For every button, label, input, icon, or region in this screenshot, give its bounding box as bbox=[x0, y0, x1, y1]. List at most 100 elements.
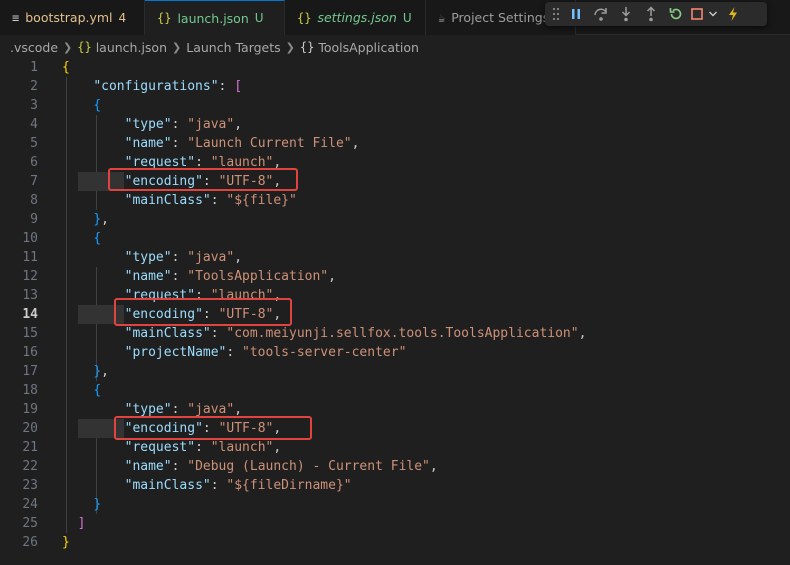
line-number: 2 bbox=[30, 79, 38, 94]
code-line[interactable]: 15 "mainClass": "com.meiyunji.sellfox.to… bbox=[0, 324, 790, 343]
line-number: 23 bbox=[22, 478, 38, 493]
code-text: } bbox=[62, 495, 101, 514]
code-text: "name": "Debug (Launch) - Current File", bbox=[62, 457, 438, 476]
breadcrumb-item-launch-targets[interactable]: Launch Targets bbox=[186, 40, 280, 55]
code-line[interactable]: 22 "name": "Debug (Launch) - Current Fil… bbox=[0, 457, 790, 476]
code-line[interactable]: 9 }, bbox=[0, 210, 790, 229]
code-token: "${file}" bbox=[226, 193, 297, 208]
code-token: { bbox=[93, 383, 102, 398]
line-number: 18 bbox=[22, 383, 38, 398]
code-line[interactable]: 3 { bbox=[0, 96, 790, 115]
code-text: "projectName": "tools-server-center" bbox=[62, 343, 407, 362]
line-number: 24 bbox=[22, 497, 38, 512]
step-over-icon[interactable] bbox=[588, 3, 613, 25]
code-line[interactable]: 5 "name": "Launch Current File", bbox=[0, 134, 790, 153]
tab-launch-json[interactable]: {} launch.json U bbox=[145, 0, 285, 35]
line-number: 19 bbox=[22, 402, 38, 417]
code-text: { bbox=[62, 58, 70, 77]
code-token: : bbox=[210, 478, 227, 493]
hot-code-replace-icon[interactable] bbox=[720, 3, 745, 25]
code-line[interactable]: 24 } bbox=[0, 495, 790, 514]
code-token: "configurations" bbox=[93, 79, 219, 94]
code-token: "name" bbox=[124, 136, 172, 151]
line-number: 3 bbox=[30, 98, 38, 113]
line-number: 25 bbox=[22, 516, 38, 531]
code-text: "configurations": [ bbox=[62, 77, 242, 96]
code-line[interactable]: 1{ bbox=[0, 58, 790, 77]
code-token: "Debug (Launch) - Current File" bbox=[187, 459, 430, 474]
code-line[interactable]: 21 "request": "launch", bbox=[0, 438, 790, 457]
code-line[interactable]: 8 "mainClass": "${file}" bbox=[0, 191, 790, 210]
code-line[interactable]: 26} bbox=[0, 533, 790, 552]
annotation-box bbox=[114, 298, 292, 326]
code-text: "mainClass": "${fileDirname}" bbox=[62, 476, 352, 495]
line-number: 5 bbox=[30, 136, 38, 151]
code-line[interactable]: 25 ] bbox=[0, 514, 790, 533]
code-line[interactable]: 4 "type": "java", bbox=[0, 115, 790, 134]
line-number: 14 bbox=[22, 307, 38, 322]
pause-icon[interactable] bbox=[563, 3, 588, 25]
chevron-right-icon: ❯ bbox=[172, 40, 182, 54]
line-number: 17 bbox=[22, 364, 38, 379]
code-line[interactable]: 11 "type": "java", bbox=[0, 248, 790, 267]
step-into-icon[interactable] bbox=[613, 3, 638, 25]
line-number: 11 bbox=[22, 250, 38, 265]
code-token: "type" bbox=[124, 117, 172, 132]
step-out-icon[interactable] bbox=[638, 3, 663, 25]
tab-bootstrap-yml[interactable]: ≡ bootstrap.yml 4 bbox=[0, 0, 145, 35]
breadcrumb-item-vscode[interactable]: .vscode bbox=[10, 40, 58, 55]
code-token: : bbox=[171, 136, 188, 151]
code-token: "java" bbox=[187, 402, 235, 417]
code-token: "type" bbox=[124, 402, 172, 417]
code-token: "mainClass" bbox=[124, 193, 211, 208]
breadcrumb-item-launch-json[interactable]: launch.json bbox=[96, 40, 167, 55]
stop-icon[interactable] bbox=[688, 3, 706, 25]
code-line[interactable]: 2 "configurations": [ bbox=[0, 77, 790, 96]
tab-label: launch.json bbox=[177, 10, 249, 26]
line-number: 8 bbox=[30, 193, 38, 208]
code-token: "${fileDirname}" bbox=[226, 478, 352, 493]
code-text: "name": "Launch Current File", bbox=[62, 134, 360, 153]
code-token: "com.meiyunji.sellfox.tools.ToolsApplica… bbox=[226, 326, 579, 341]
grip-icon[interactable] bbox=[549, 3, 563, 25]
chevron-right-icon: ❯ bbox=[63, 40, 73, 54]
line-number: 20 bbox=[22, 421, 38, 436]
code-line[interactable]: 10 { bbox=[0, 229, 790, 248]
code-editor[interactable]: 1{2 "configurations": [3 {4 "type": "jav… bbox=[0, 58, 790, 565]
untracked-badge: U bbox=[402, 10, 412, 25]
code-token: ] bbox=[77, 516, 86, 531]
code-text: { bbox=[62, 96, 101, 115]
code-token: { bbox=[93, 231, 102, 246]
chevron-right-icon: ❯ bbox=[285, 40, 295, 54]
code-token: "Launch Current File" bbox=[187, 136, 352, 151]
code-token: { bbox=[62, 60, 70, 75]
code-token: : bbox=[210, 193, 227, 208]
code-token: , bbox=[351, 136, 360, 151]
code-token: , bbox=[234, 402, 243, 417]
code-token: } bbox=[93, 212, 102, 227]
code-token: "launch" bbox=[210, 440, 274, 455]
coffee-cup-icon: ☕ bbox=[438, 10, 446, 25]
code-token: [ bbox=[234, 79, 243, 94]
tab-settings-json[interactable]: {} settings.json U bbox=[285, 0, 426, 35]
line-number: 26 bbox=[22, 535, 38, 550]
restart-icon[interactable] bbox=[663, 3, 688, 25]
breadcrumb-item-toolsapplication[interactable]: ToolsApplication bbox=[318, 40, 419, 55]
code-line[interactable]: 16 "projectName": "tools-server-center" bbox=[0, 343, 790, 362]
code-line[interactable]: 17 }, bbox=[0, 362, 790, 381]
code-line[interactable]: 18 { bbox=[0, 381, 790, 400]
code-line[interactable]: 12 "name": "ToolsApplication", bbox=[0, 267, 790, 286]
code-line[interactable]: 23 "mainClass": "${fileDirname}" bbox=[0, 476, 790, 495]
chevron-down-icon[interactable] bbox=[706, 3, 720, 25]
